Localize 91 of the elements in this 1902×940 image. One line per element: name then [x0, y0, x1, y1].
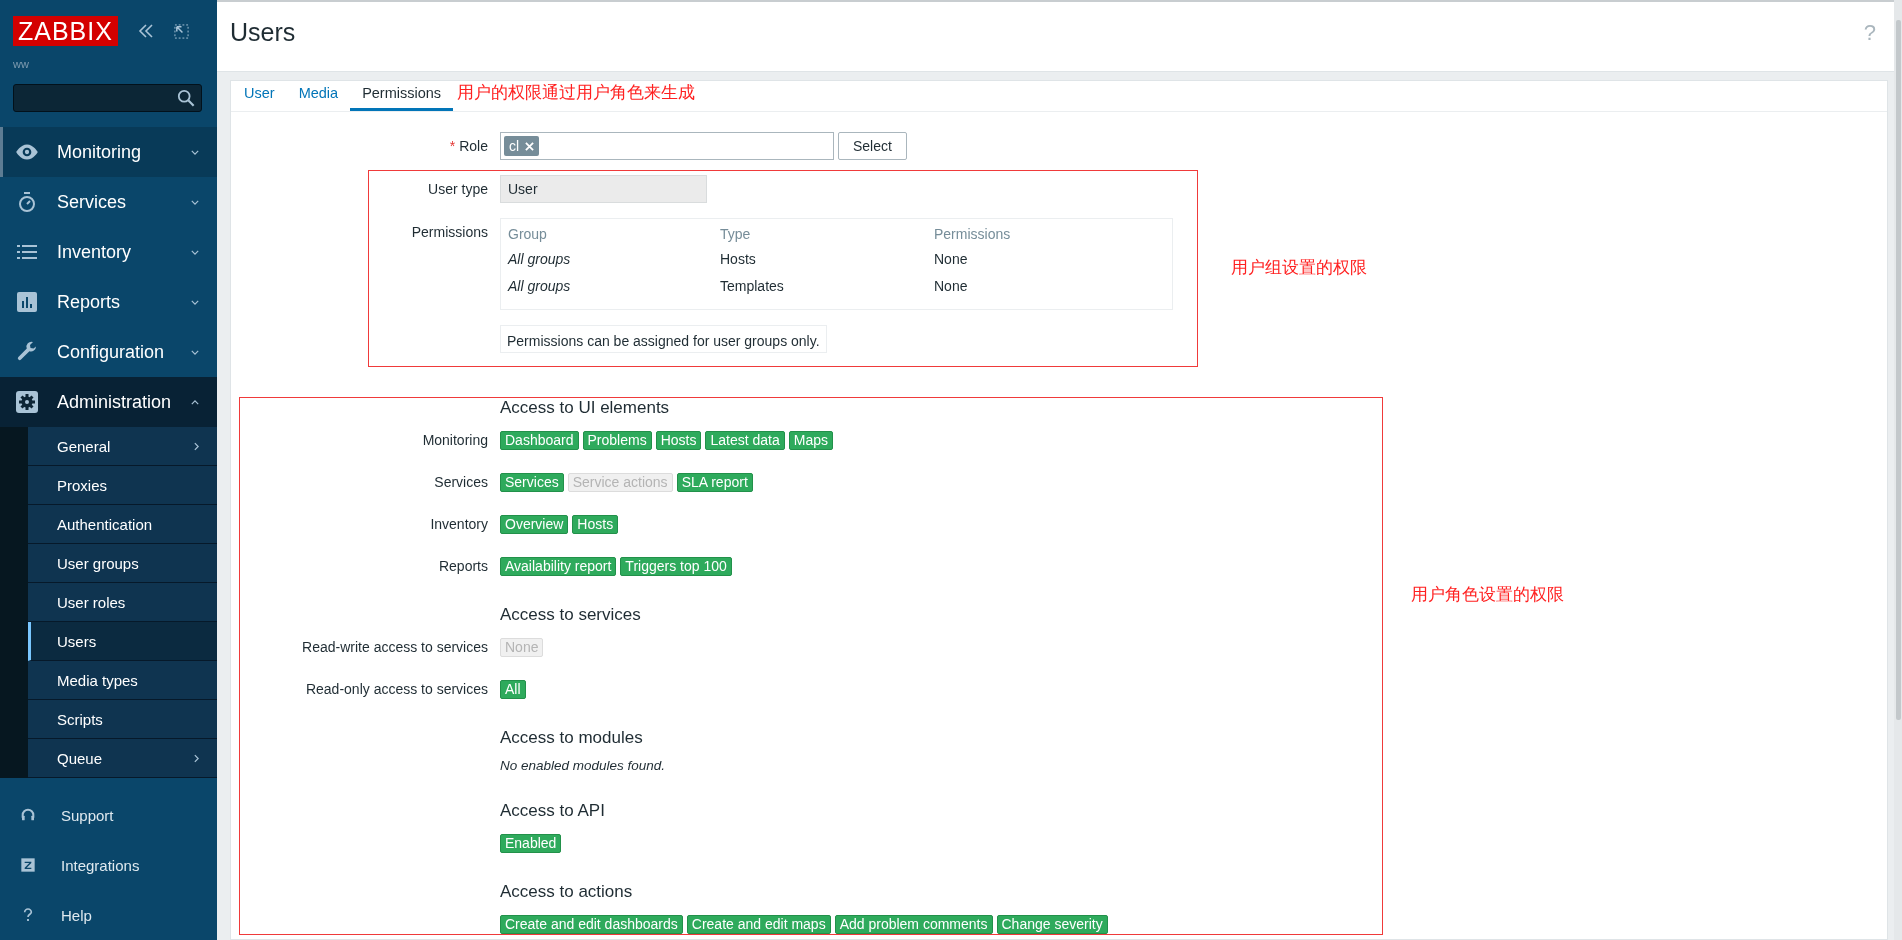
section-title: Access to modules	[500, 727, 644, 749]
info-note: Permissions can be assigned for user groups only.	[500, 325, 827, 353]
search-field[interactable]	[13, 84, 202, 112]
section-title: Access to API	[500, 800, 606, 822]
field-label: Inventory	[429, 515, 488, 534]
permission-tag: Services	[500, 472, 564, 492]
menu-item[interactable]: Administration	[0, 377, 217, 427]
username: ww	[12, 57, 30, 72]
permission-tag: Add problem comments	[834, 914, 993, 934]
permission-tag: Dashboard	[500, 430, 579, 450]
chevron-right-icon	[194, 753, 199, 763]
close-icon[interactable]	[525, 141, 535, 151]
permission-tag: Problems	[582, 430, 652, 450]
permission-tag: Create and edit dashboards	[500, 914, 683, 934]
annotation-text: 用户的权限通过用户角色来生成	[457, 82, 696, 104]
select-button[interactable]: Select	[838, 132, 907, 160]
permission-tag: None	[500, 637, 544, 657]
permission-tag: Maps	[788, 430, 833, 450]
page-title: Users	[230, 18, 296, 47]
table-cell-text: Hosts	[719, 249, 757, 269]
zabbix-logo[interactable]: ZABBIX	[13, 16, 118, 46]
menu-item[interactable]: Monitoring	[0, 127, 217, 177]
menu-item[interactable]: Configuration	[0, 327, 217, 377]
footer-link[interactable]: Help	[0, 890, 217, 940]
table-cell: All groups	[500, 272, 713, 310]
z-icon	[20, 857, 36, 873]
field-label: Services	[433, 473, 488, 492]
headset-icon	[20, 807, 36, 823]
column-header: Group	[500, 218, 713, 245]
table-cell: None	[927, 245, 1173, 272]
user-type-field: User	[500, 175, 707, 203]
field-label: Monitoring	[421, 431, 488, 450]
kiosk-mode-icon[interactable]	[173, 23, 189, 39]
permission-tag: Latest data	[705, 430, 785, 450]
permission-tag: Change severity	[996, 914, 1108, 934]
submenu-item[interactable]: General	[28, 427, 217, 466]
section-title: Access to actions	[500, 881, 634, 903]
chevron-down-icon	[191, 149, 199, 155]
column-header: Type	[713, 218, 927, 245]
permission-tag: Create and edit maps	[686, 914, 831, 934]
empty-message: No enabled modules found.	[500, 757, 667, 775]
chevron-up-icon	[191, 399, 199, 405]
table-cell: None	[927, 272, 1173, 310]
annotation-text: 用户组设置的权限	[1231, 257, 1367, 279]
tab[interactable]: Permissions	[350, 85, 454, 111]
menu-item[interactable]: Inventory	[0, 227, 217, 277]
field-label: Read-only access to services	[304, 680, 488, 699]
footer-link[interactable]: Integrations	[0, 840, 217, 890]
chevron-down-icon	[191, 199, 199, 205]
footer-link[interactable]: Support	[0, 790, 217, 840]
field-label: Permissions	[410, 223, 488, 242]
gear-icon	[14, 390, 40, 414]
permission-tag: All	[500, 679, 526, 699]
section-title: Access to UI elements	[500, 397, 671, 419]
field-label: Read-write access to services	[301, 638, 488, 657]
tab[interactable]: Media	[286, 85, 351, 111]
field-label: Reports	[437, 557, 488, 576]
permission-tag: Availability report	[500, 556, 617, 576]
menu-item[interactable]: Services	[0, 177, 217, 227]
permission-tag: Hosts	[655, 430, 702, 450]
menu-item[interactable]: Reports	[0, 277, 217, 327]
table-cell: All groups	[500, 245, 713, 272]
tab[interactable]: User	[232, 85, 287, 111]
chevron-down-icon	[191, 349, 199, 355]
permission-tag: Hosts	[572, 514, 619, 534]
submenu-item[interactable]: User groups	[28, 544, 217, 583]
collapse-icon[interactable]	[137, 24, 154, 38]
submenu-item[interactable]: Proxies	[28, 466, 217, 505]
field-label: * Role	[448, 137, 488, 156]
submenu-item[interactable]: Media types	[28, 661, 217, 700]
submenu-item[interactable]: Queue	[28, 739, 217, 778]
bar-chart-icon	[14, 290, 40, 314]
submenu-item[interactable]: Users	[28, 622, 217, 661]
submenu-item[interactable]: Authentication	[28, 505, 217, 544]
permission-tag: Triggers top 100	[620, 556, 732, 576]
permission-tag: Enabled	[500, 833, 562, 853]
chevron-down-icon	[191, 299, 199, 305]
chevron-down-icon	[191, 249, 199, 255]
submenu-item[interactable]: Scripts	[28, 700, 217, 739]
column-header: Permissions	[927, 218, 1173, 245]
search-icon[interactable]	[177, 89, 195, 107]
field-label: User type	[427, 180, 488, 199]
chevron-right-icon	[194, 441, 199, 451]
permission-tag: SLA report	[676, 472, 753, 492]
annotation-text: 用户角色设置的权限	[1411, 584, 1564, 606]
permission-tag: Overview	[500, 514, 569, 534]
scrollbar[interactable]	[1894, 0, 1902, 940]
permission-tag: Service actions	[567, 472, 673, 492]
section-title: Access to services	[500, 604, 642, 626]
table-cell: Templates	[713, 272, 927, 310]
submenu-item[interactable]: User roles	[28, 583, 217, 622]
